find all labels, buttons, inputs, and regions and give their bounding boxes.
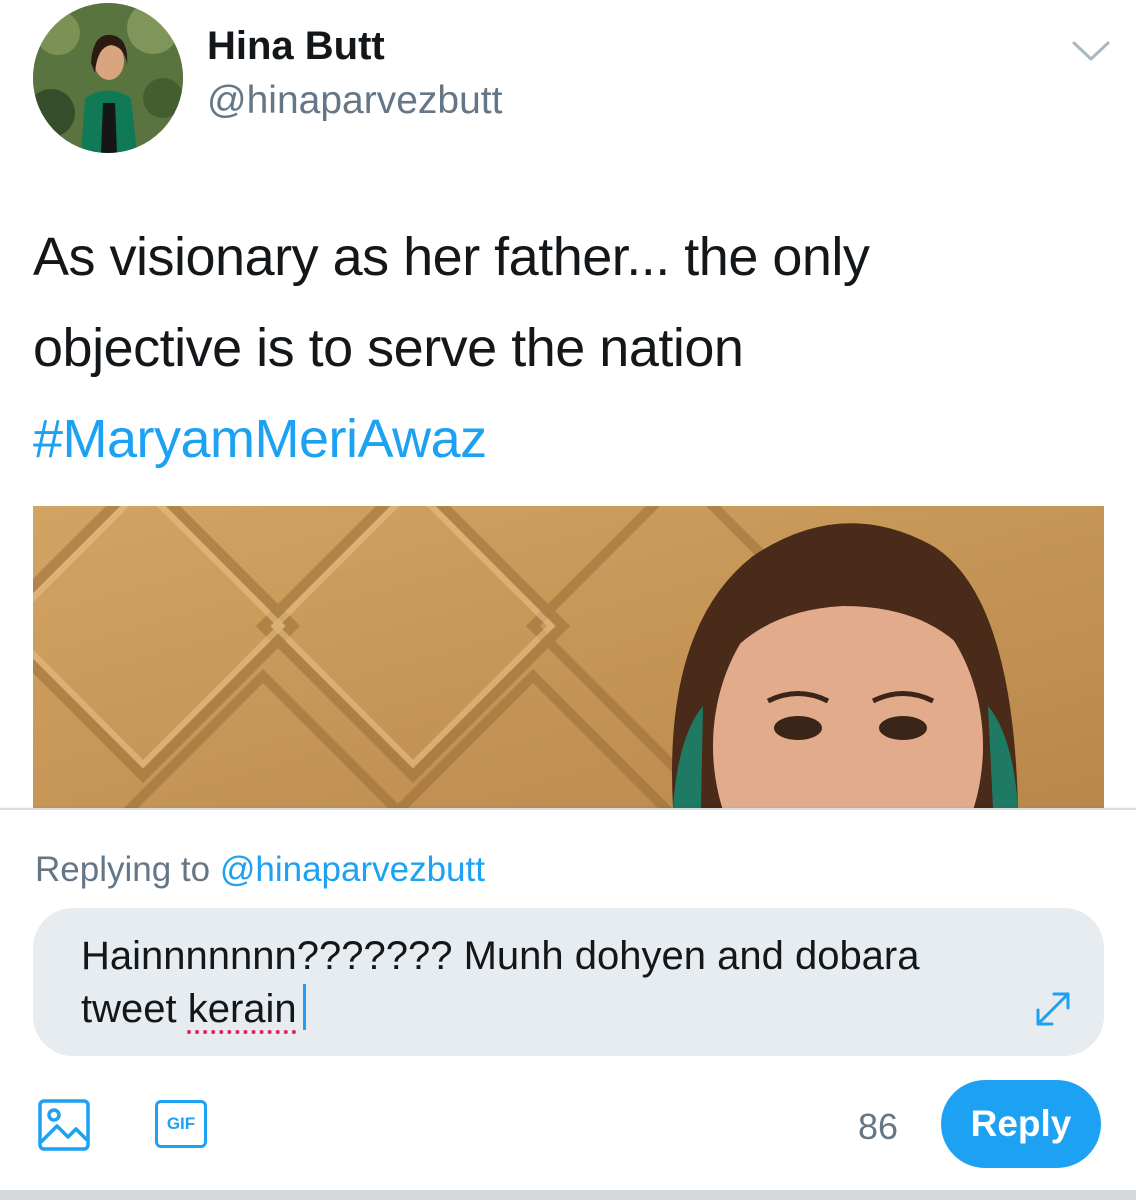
tweet-text: As visionary as her father... the only o…: [33, 212, 1093, 485]
misspelled-word[interactable]: kerain: [188, 987, 297, 1031]
chevron-down-icon[interactable]: [1071, 38, 1111, 64]
tweet-text-line-2: objective is to serve the nation: [33, 318, 744, 378]
tweet-photo[interactable]: [33, 506, 1104, 808]
replying-to-prefix: Replying to: [35, 850, 211, 889]
bottom-divider: [0, 1190, 1136, 1200]
author-avatar[interactable]: [33, 3, 183, 153]
reply-composer: Replying to @hinaparvezbutt Hainnnnnnn??…: [0, 808, 1136, 1202]
character-counter: 86: [858, 1106, 899, 1147]
reply-draft-line-2-start: tweet: [81, 987, 177, 1031]
reply-button[interactable]: Reply: [941, 1080, 1101, 1168]
author-handle[interactable]: @hinaparvezbutt: [207, 79, 502, 123]
image-icon[interactable]: [37, 1098, 91, 1152]
expand-icon[interactable]: [1030, 986, 1076, 1032]
reply-draft-text[interactable]: Hainnnnnnn??????? Munh dohyen and dobara…: [81, 930, 1021, 1036]
tweet-text-line-1: As visionary as her father... the only: [33, 227, 870, 287]
text-cursor: [302, 984, 306, 1030]
gif-icon[interactable]: GIF: [155, 1100, 207, 1148]
replying-to-handle[interactable]: @hinaparvezbutt: [220, 850, 485, 889]
author-name[interactable]: Hina Butt: [207, 24, 385, 69]
reply-draft-line-1: Hainnnnnnn??????? Munh dohyen and dobara: [81, 934, 920, 978]
reply-text-input[interactable]: Hainnnnnnn??????? Munh dohyen and dobara…: [33, 908, 1104, 1056]
hashtag-link[interactable]: #MaryamMeriAwaz: [33, 409, 487, 469]
replying-to-label: Replying to @hinaparvezbutt: [35, 850, 485, 890]
